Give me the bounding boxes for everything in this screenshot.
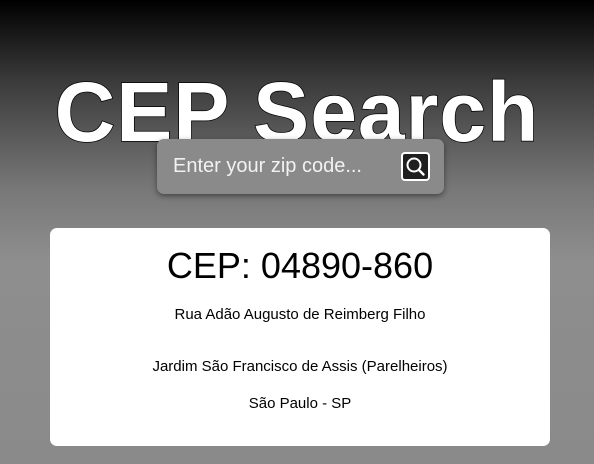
search-button[interactable] xyxy=(401,152,430,181)
district-name: Jardim São Francisco de Assis (Parelheir… xyxy=(152,358,448,375)
search-bar xyxy=(157,139,444,194)
address-result-card: CEP: 04890-860 Rua Adão Augusto de Reimb… xyxy=(50,228,550,446)
cep-heading: CEP: 04890-860 xyxy=(166,245,434,286)
search-icon xyxy=(405,156,426,177)
city-state: São Paulo - SP xyxy=(248,395,352,412)
zip-code-input[interactable] xyxy=(157,139,392,194)
street-name: Rua Adão Augusto de Reimberg Filho xyxy=(174,306,426,323)
